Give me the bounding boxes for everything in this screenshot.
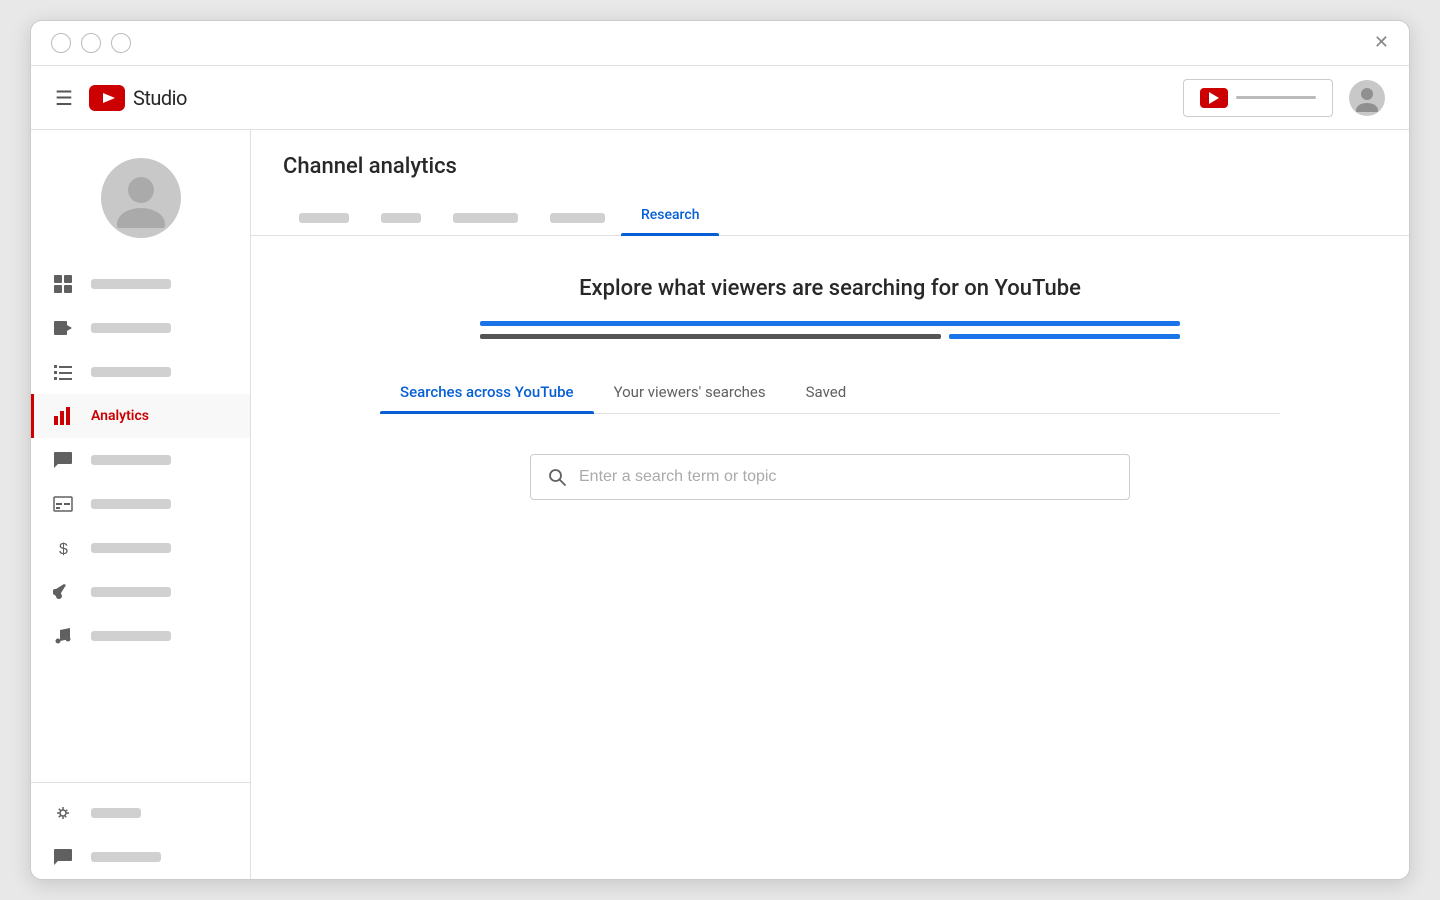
youtube-logo (89, 85, 125, 111)
comment-icon (51, 448, 75, 472)
sidebar-customization-label (91, 587, 171, 597)
sub-tab-viewers-searches[interactable]: Your viewers' searches (594, 371, 786, 413)
content-area: Channel analytics Research Explore what … (251, 130, 1409, 879)
window-maximize-btn[interactable] (81, 33, 101, 53)
tabs-row: Research (251, 195, 1409, 236)
app-window: ✕ ☰ Studio (30, 20, 1410, 880)
avatar[interactable] (1349, 80, 1385, 116)
sidebar-feedback-label (91, 852, 161, 862)
sidebar-item-comments[interactable] (31, 438, 250, 482)
sidebar-item-feedback[interactable] (31, 835, 250, 879)
music-icon (51, 624, 75, 648)
sidebar-comments-label (91, 455, 171, 465)
deco-bars (480, 321, 1180, 339)
tab-reach-placeholder (381, 213, 421, 223)
tab-audience-placeholder (550, 213, 605, 223)
sidebar-avatar-icon (111, 168, 171, 228)
window-minimize-btn[interactable] (51, 33, 71, 53)
subtitles-icon (51, 492, 75, 516)
search-box[interactable] (530, 454, 1130, 500)
sidebar-subtitles-label (91, 499, 171, 509)
explore-heading: Explore what viewers are searching for o… (579, 276, 1081, 301)
dollar-icon: $ (51, 536, 75, 560)
sidebar-item-dashboard[interactable] (31, 262, 250, 306)
main-content: Explore what viewers are searching for o… (251, 236, 1409, 879)
sidebar-avatar-area (31, 142, 250, 262)
sidebar-item-subtitles[interactable] (31, 482, 250, 526)
create-button[interactable] (1183, 79, 1333, 117)
video-icon (51, 316, 75, 340)
sidebar-item-playlists[interactable] (31, 350, 250, 394)
window-fullscreen-btn[interactable] (111, 33, 131, 53)
app-header: ☰ Studio (31, 66, 1409, 130)
sidebar-item-customization[interactable] (31, 570, 250, 614)
sidebar: Analytics (31, 130, 251, 879)
sub-tab-searches-across-youtube[interactable]: Searches across YouTube (380, 371, 594, 413)
gear-icon (51, 801, 75, 825)
search-container (530, 454, 1130, 500)
title-bar: ✕ (31, 21, 1409, 66)
header-left: ☰ Studio (55, 85, 187, 111)
search-input[interactable] (579, 468, 1113, 486)
page-title: Channel analytics (283, 154, 1377, 179)
tab-overview-placeholder (299, 213, 349, 223)
tab-research[interactable]: Research (621, 195, 719, 235)
avatar-icon (1353, 84, 1381, 112)
sub-tab-saved[interactable]: Saved (786, 371, 867, 413)
search-icon (547, 467, 567, 487)
sidebar-bottom (31, 782, 250, 879)
header-right (1183, 79, 1385, 117)
feedback-icon (51, 845, 75, 869)
page-header: Channel analytics (251, 130, 1409, 195)
sidebar-dashboard-label (91, 279, 171, 289)
sidebar-audio-label (91, 631, 171, 641)
sidebar-item-monetization[interactable]: $ (31, 526, 250, 570)
brush-icon (51, 580, 75, 604)
sidebar-item-settings[interactable] (31, 791, 250, 835)
analytics-icon (51, 404, 75, 428)
sidebar-item-content[interactable] (31, 306, 250, 350)
logo-area: Studio (89, 85, 187, 111)
sidebar-nav: Analytics (31, 262, 250, 879)
deco-bars-row (480, 334, 1180, 339)
deco-bar-dark (480, 334, 941, 339)
create-label-placeholder (1236, 96, 1316, 99)
hamburger-icon[interactable]: ☰ (55, 86, 73, 110)
sidebar-monetization-label (91, 543, 171, 553)
sidebar-item-analytics[interactable]: Analytics (31, 394, 250, 438)
svg-text:$: $ (59, 541, 68, 558)
deco-bar-full (480, 321, 1180, 326)
sidebar-settings-label (91, 808, 141, 818)
deco-bar-blue (949, 334, 1180, 339)
sidebar-avatar[interactable] (101, 158, 181, 238)
studio-label: Studio (133, 86, 187, 110)
window-controls (51, 33, 131, 53)
main-layout: Analytics (31, 130, 1409, 879)
create-video-icon (1200, 88, 1228, 108)
sidebar-analytics-label: Analytics (91, 408, 149, 424)
tab-engagement-placeholder (453, 213, 518, 223)
list-icon (51, 360, 75, 384)
sidebar-item-audio-library[interactable] (31, 614, 250, 658)
sub-tabs: Searches across YouTube Your viewers' se… (380, 371, 1280, 414)
close-icon[interactable]: ✕ (1374, 34, 1389, 52)
sidebar-playlists-label (91, 367, 171, 377)
sidebar-content-label (91, 323, 171, 333)
dashboard-icon (51, 272, 75, 296)
